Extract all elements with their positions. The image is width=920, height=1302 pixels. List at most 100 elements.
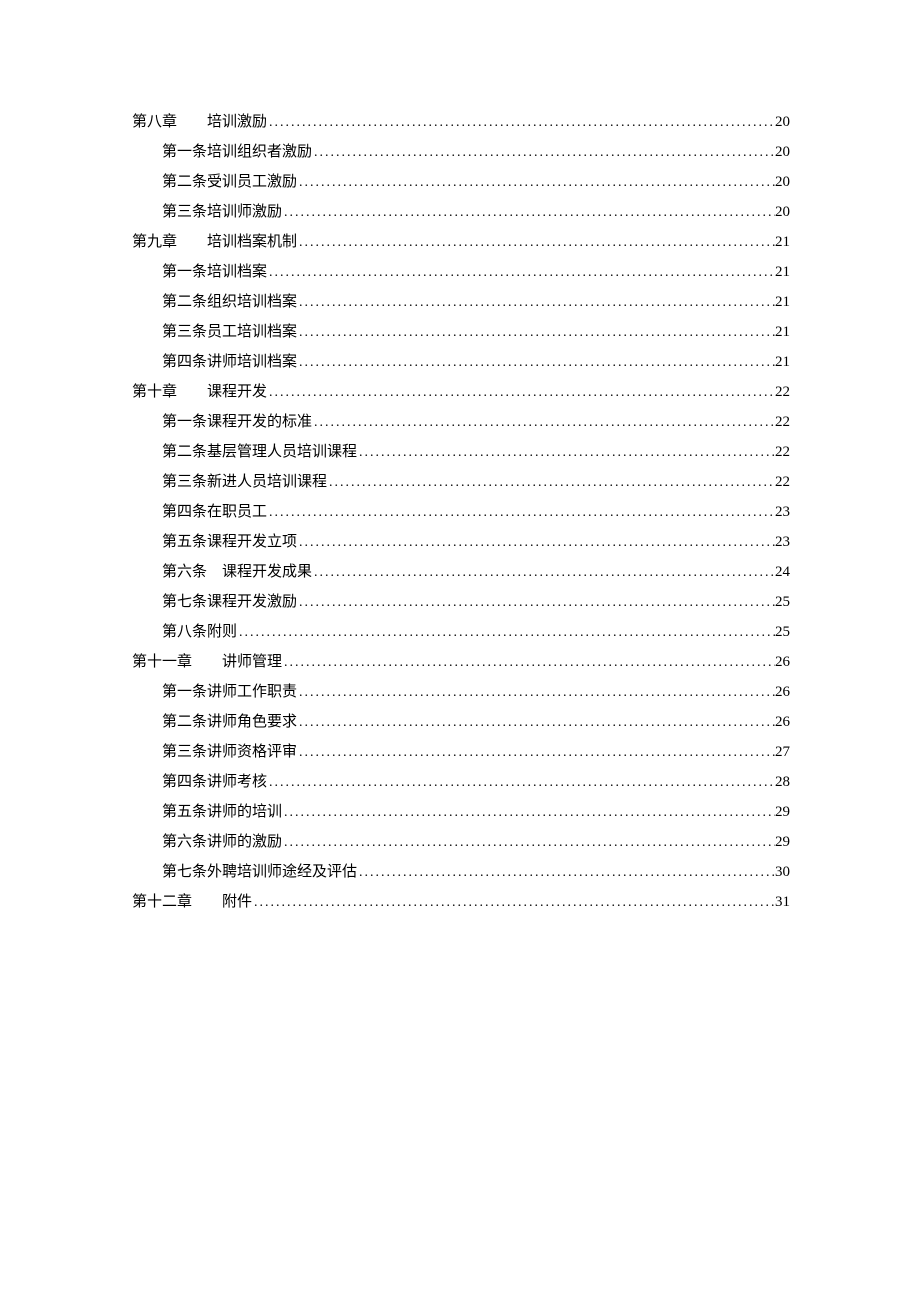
toc-spacer	[192, 890, 222, 911]
toc-page-number: 24	[775, 564, 790, 581]
toc-dots	[267, 505, 775, 521]
toc-title: 课程开发立项	[207, 530, 297, 551]
toc-spacer	[177, 230, 207, 251]
toc-label: 第一条	[162, 260, 207, 281]
toc-title: 培训档案机制	[207, 230, 297, 251]
toc-dots	[267, 115, 775, 131]
toc-entry: 第八条 附则 25	[132, 620, 790, 641]
toc-title: 讲师角色要求	[207, 710, 297, 731]
toc-dots	[282, 655, 775, 671]
toc-entry: 第十二章 附件31	[132, 890, 790, 911]
toc-label: 第十章	[132, 380, 177, 401]
toc-label: 第六条	[162, 560, 207, 581]
toc-label: 第一条	[162, 140, 207, 161]
toc-entry: 第三条 讲师资格评审 27	[132, 740, 790, 761]
toc-page-number: 27	[775, 744, 790, 761]
toc-page-number: 22	[775, 444, 790, 461]
toc-page-number: 22	[775, 384, 790, 401]
toc-dots	[297, 745, 775, 761]
toc-dots	[267, 775, 775, 791]
toc-label: 第八条	[162, 620, 207, 641]
toc-dots	[297, 235, 775, 251]
toc-dots	[282, 205, 775, 221]
toc-spacer	[177, 110, 207, 131]
toc-entry: 第二条 讲师角色要求 26	[132, 710, 790, 731]
toc-page-number: 25	[775, 594, 790, 611]
toc-spacer	[177, 380, 207, 401]
toc-title: 课程开发	[207, 380, 267, 401]
toc-page-number: 29	[775, 834, 790, 851]
toc-title: 员工培训档案	[207, 320, 297, 341]
toc-page-number: 21	[775, 324, 790, 341]
toc-page-number: 23	[775, 534, 790, 551]
toc-entry: 第三条 培训师激励20	[132, 200, 790, 221]
toc-entry: 第十一章 讲师管理26	[132, 650, 790, 671]
toc-page-number: 25	[775, 624, 790, 641]
toc-page-number: 22	[775, 474, 790, 491]
toc-dots	[297, 355, 775, 371]
toc-title: 讲师工作职责	[207, 680, 297, 701]
toc-entry: 第一条 课程开发的标准22	[132, 410, 790, 431]
toc-title: 基层管理人员培训课程	[207, 440, 357, 461]
toc-dots	[357, 445, 775, 461]
toc-dots	[297, 595, 775, 611]
toc-label: 第三条	[162, 470, 207, 491]
toc-title: 附件	[222, 890, 252, 911]
toc-title: 讲师的培训	[207, 800, 282, 821]
toc-label: 第二条	[162, 290, 207, 311]
toc-title: 讲师考核	[207, 770, 267, 791]
toc-label: 第二条	[162, 710, 207, 731]
toc-entry: 第六条 讲师的激励29	[132, 830, 790, 851]
toc-title: 受训员工激励	[207, 170, 297, 191]
toc-title: 讲师培训档案	[207, 350, 297, 371]
toc-title: 课程开发激励	[207, 590, 297, 611]
toc-spacer	[207, 560, 222, 581]
toc-page-number: 26	[775, 714, 790, 731]
toc-title: 培训组织者激励	[207, 140, 312, 161]
toc-title: 外聘培训师途经及评估	[207, 860, 357, 881]
toc-entry: 第六条 课程开发成果 24	[132, 560, 790, 581]
toc-label: 第一条	[162, 680, 207, 701]
toc-title: 培训档案	[207, 260, 267, 281]
toc-page-number: 21	[775, 354, 790, 371]
toc-title: 在职员工	[207, 500, 267, 521]
toc-dots	[297, 175, 775, 191]
toc-page-number: 28	[775, 774, 790, 791]
toc-label: 第三条	[162, 200, 207, 221]
toc-page-number: 21	[775, 264, 790, 281]
toc-label: 第四条	[162, 770, 207, 791]
toc-page-number: 26	[775, 654, 790, 671]
toc-label: 第二条	[162, 170, 207, 191]
toc-entry: 第四条 讲师培训档案21	[132, 350, 790, 371]
toc-dots	[312, 415, 775, 431]
toc-label: 第一条	[162, 410, 207, 431]
toc-label: 第七条	[162, 860, 207, 881]
toc-entry: 第七条 课程开发激励 25	[132, 590, 790, 611]
toc-page-number: 29	[775, 804, 790, 821]
toc-page-number: 30	[775, 864, 790, 881]
toc-entry: 第三条 新进人员培训课程 22	[132, 470, 790, 491]
toc-title: 附则	[207, 620, 237, 641]
toc-dots	[312, 565, 775, 581]
toc-title: 组织培训档案	[207, 290, 297, 311]
toc-title: 课程开发的标准	[207, 410, 312, 431]
toc-title: 讲师管理	[222, 650, 282, 671]
toc-title: 课程开发成果	[222, 560, 312, 581]
toc-label: 第七条	[162, 590, 207, 611]
toc-dots	[297, 535, 775, 551]
toc-entry: 第二条 受训员工激励 20	[132, 170, 790, 191]
toc-dots	[252, 895, 775, 911]
toc-label: 第三条	[162, 740, 207, 761]
toc-title: 讲师资格评审	[207, 740, 297, 761]
toc-entry: 第四条 讲师考核 28	[132, 770, 790, 791]
toc-dots	[267, 385, 775, 401]
toc-label: 第三条	[162, 320, 207, 341]
toc-entry: 第八章 培训激励20	[132, 110, 790, 131]
toc-entry: 第一条 培训档案 21	[132, 260, 790, 281]
toc-page-number: 26	[775, 684, 790, 701]
toc-title: 讲师的激励	[207, 830, 282, 851]
toc-dots	[297, 685, 775, 701]
toc-entry: 第一条 培训组织者激励20	[132, 140, 790, 161]
toc-page-number: 20	[775, 174, 790, 191]
toc-title: 新进人员培训课程	[207, 470, 327, 491]
